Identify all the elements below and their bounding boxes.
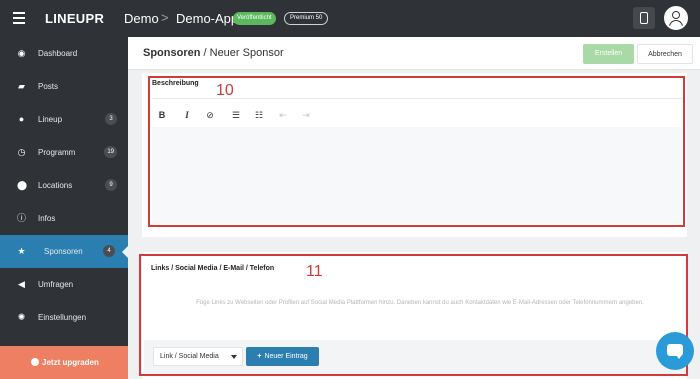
create-button[interactable]: Erstellen (583, 44, 634, 64)
upgrade-button[interactable]: Jetzt upgraden (0, 346, 128, 379)
breadcrumb-app[interactable]: Demo-App (176, 11, 238, 26)
sidebar-item-label: Dashboard (38, 49, 78, 58)
annotation-box-11 (139, 254, 688, 376)
star-icon: ★ (17, 246, 26, 256)
gear-icon: ✺ (17, 312, 26, 322)
sidebar-item-posts[interactable]: ▰ Posts (0, 70, 128, 103)
app-logo[interactable]: LINEUPR (45, 11, 104, 26)
sidebar-item-programm[interactable]: ◷ Programm 19 (0, 136, 128, 169)
page-title: Sponsoren / Neuer Sponsor (143, 47, 284, 59)
plan-badge: Premium 50 (284, 12, 329, 25)
sidebar-item-dashboard[interactable]: ◉ Dashboard (0, 37, 128, 70)
sidebar-item-count: 19 (104, 146, 117, 158)
sidebar-item-label: Posts (38, 82, 59, 91)
page-header: Sponsoren / Neuer Sponsor Erstellen Abbr… (128, 37, 700, 70)
menu-icon[interactable] (13, 12, 25, 24)
sidebar-item-count: 3 (105, 113, 117, 125)
cancel-button[interactable]: Abbrechen (637, 44, 693, 64)
map-pin-icon: ⬤ (17, 180, 28, 190)
sidebar-item-label: Infos (38, 214, 56, 223)
breadcrumb-org[interactable]: Demo (124, 11, 159, 26)
sidebar-item-label: Locations (38, 181, 73, 190)
chat-icon (667, 344, 683, 359)
sidebar-item-label: Einstellungen (38, 313, 87, 322)
sidebar-item-sponsoren[interactable]: ★ Sponsoren 4 (0, 235, 128, 268)
sidebar-item-locations[interactable]: ⬤ Locations 9 (0, 169, 128, 202)
chat-button[interactable] (656, 332, 694, 370)
clock-icon: ◷ (17, 147, 26, 157)
sidebar-item-count: 9 (105, 179, 117, 191)
phone-preview-button[interactable] (633, 7, 655, 29)
sidebar: ◉ Dashboard ▰ Posts ● Lineup 3 ◷ Program… (0, 37, 128, 379)
sidebar-item-einstellungen[interactable]: ✺ Einstellungen (0, 301, 128, 334)
sidebar-item-label: Umfragen (38, 280, 74, 289)
page-title-section[interactable]: Sponsoren (143, 47, 200, 59)
sidebar-item-count: 4 (103, 245, 115, 257)
top-bar: LINEUPR Demo > Demo-App Veröffentlicht P… (0, 0, 700, 37)
upgrade-icon (31, 358, 39, 366)
phone-icon (640, 12, 648, 24)
user-avatar[interactable] (664, 6, 688, 30)
status-badge: Veröffentlicht (233, 12, 276, 25)
sidebar-item-umfragen[interactable]: ◀ Umfragen (0, 268, 128, 301)
info-icon: ⓘ (17, 213, 27, 223)
annotation-box-10 (148, 76, 685, 227)
page-title-rest: / Neuer Sponsor (200, 47, 284, 59)
comment-icon: ▰ (18, 81, 25, 91)
user-icon: ● (18, 114, 25, 124)
sidebar-item-label: Sponsoren (44, 247, 83, 256)
megaphone-icon: ◀ (18, 279, 25, 289)
sidebar-item-infos[interactable]: ⓘ Infos (0, 202, 128, 235)
sidebar-item-lineup[interactable]: ● Lineup 3 (0, 103, 128, 136)
sidebar-item-label: Programm (38, 148, 76, 157)
sidebar-item-label: Lineup (38, 115, 63, 124)
dashboard-icon: ◉ (17, 48, 26, 58)
breadcrumb-separator-icon: > (161, 10, 169, 25)
upgrade-label: Jetzt upgraden (42, 358, 99, 367)
